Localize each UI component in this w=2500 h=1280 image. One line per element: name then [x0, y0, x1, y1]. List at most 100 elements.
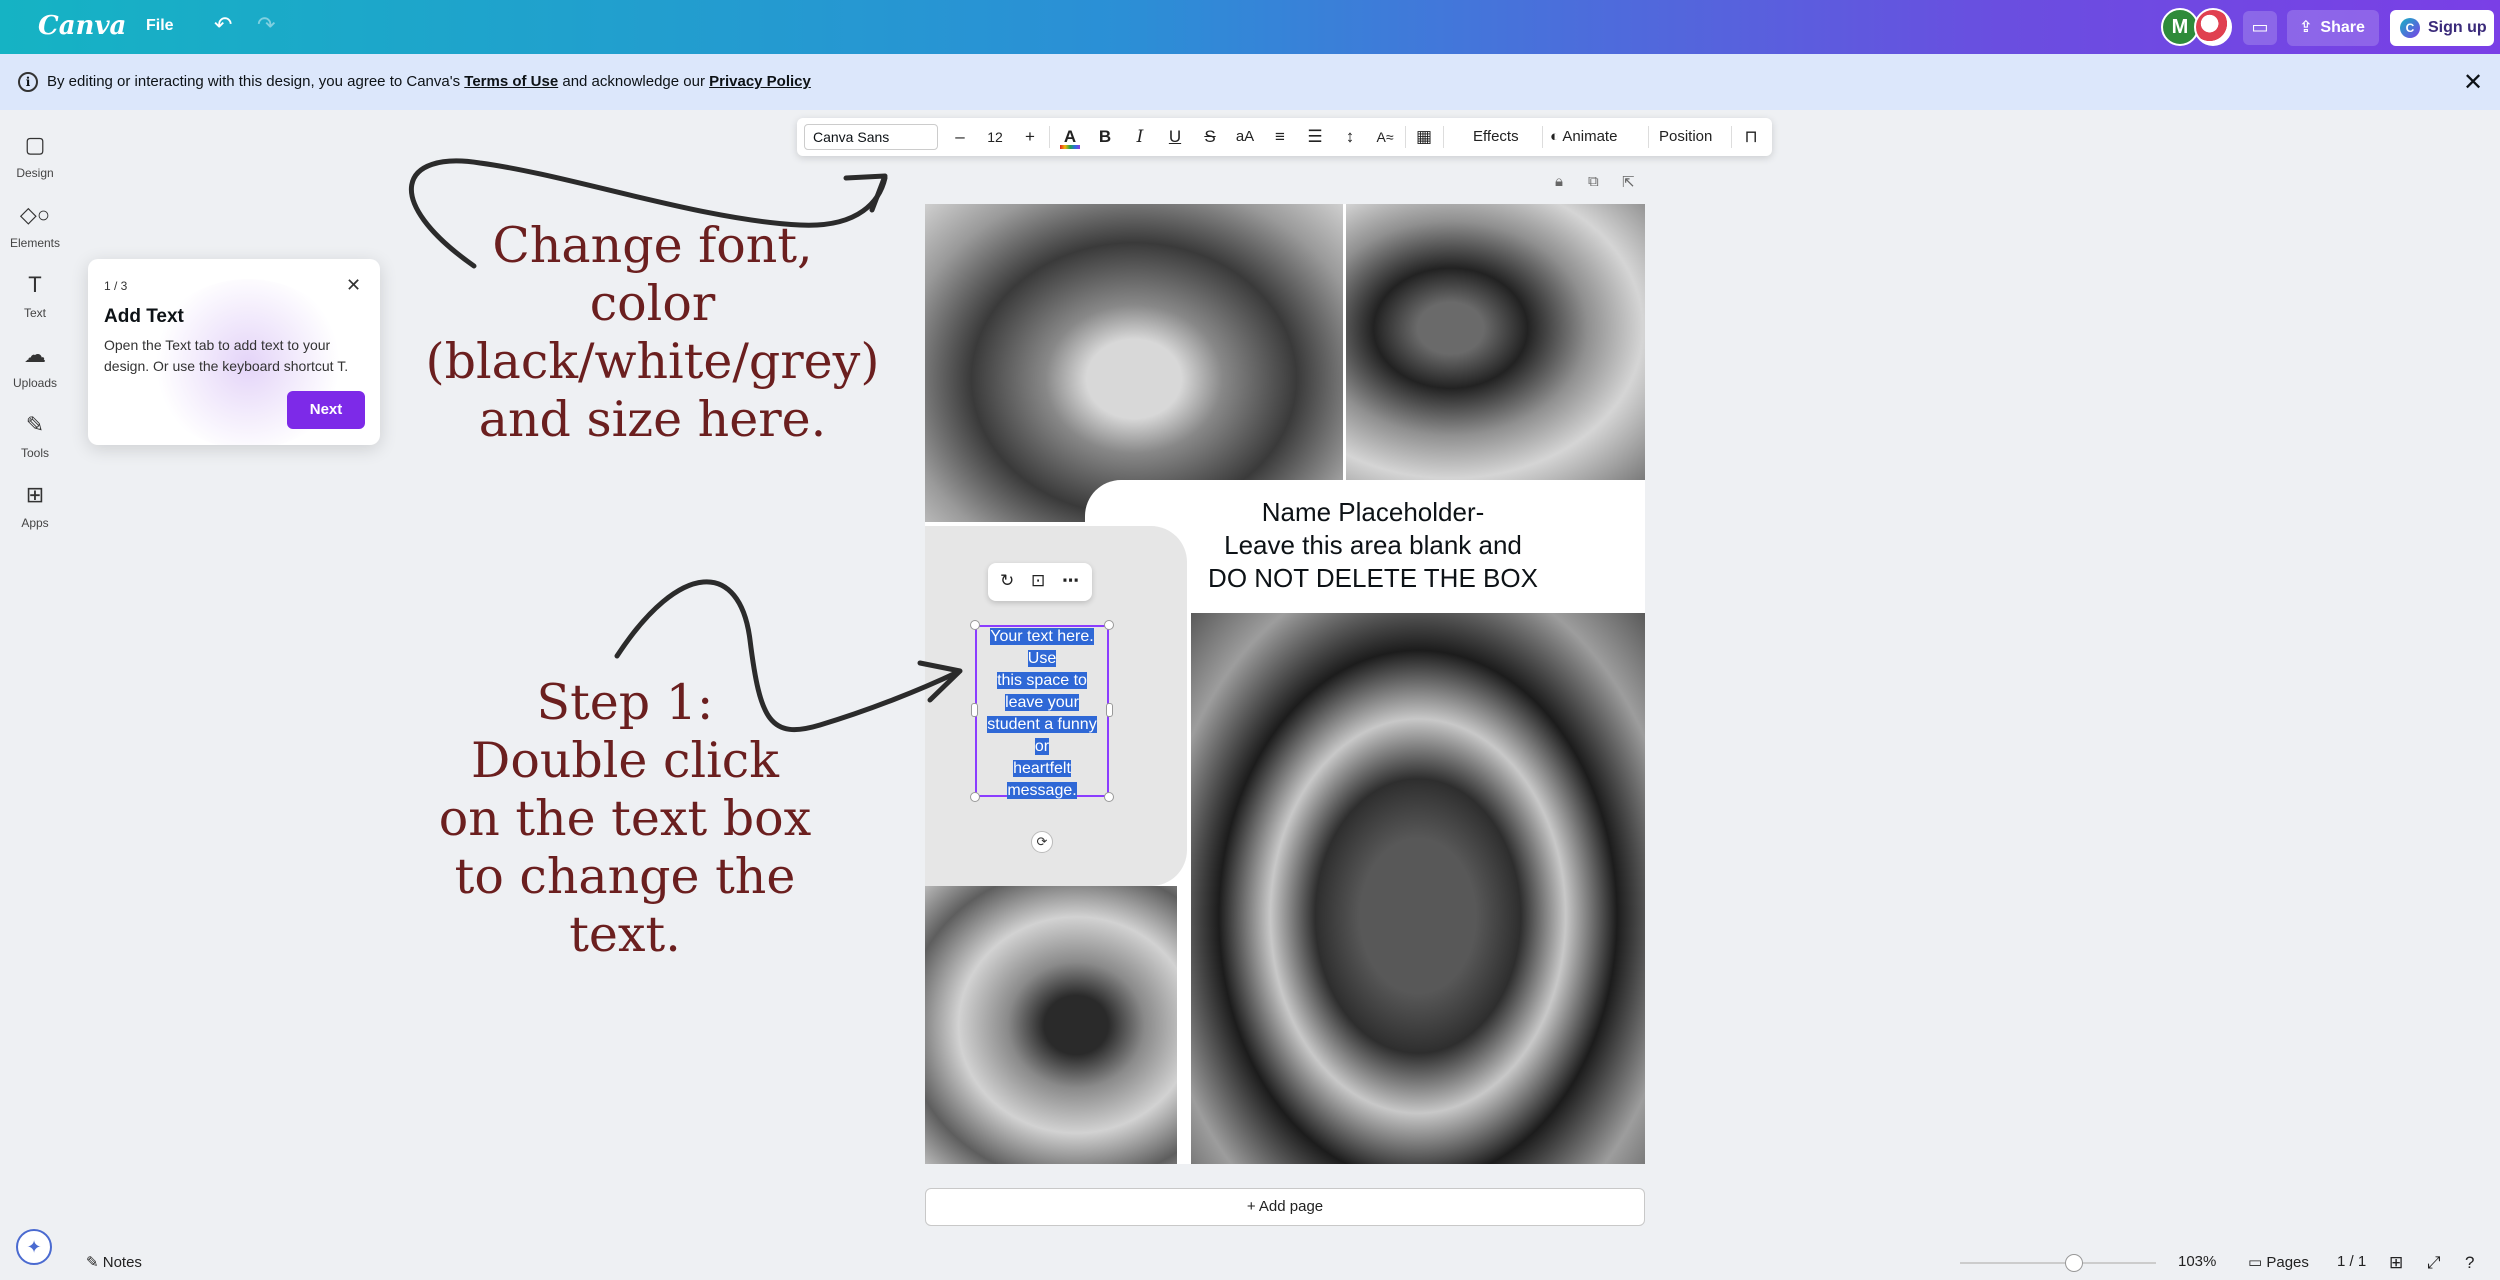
lock-icon[interactable]: ⊡ — [1031, 571, 1045, 591]
text-color-button[interactable]: A — [1057, 118, 1083, 156]
name-line: DO NOT DELETE THE BOX — [1208, 563, 1538, 593]
notes-label: Notes — [102, 1254, 142, 1271]
side-resize-handle[interactable] — [1106, 703, 1113, 717]
more-options-icon[interactable]: ⋯ — [1062, 571, 1079, 591]
message-line-text: leave your — [1005, 694, 1079, 711]
close-icon[interactable]: ✕ — [346, 275, 361, 296]
sparkle-icon: ✦ — [26, 1237, 42, 1257]
paint-roller-icon[interactable]: ⊓ — [1738, 118, 1764, 156]
sidebar-item-label: Uploads — [12, 376, 58, 390]
underline-icon[interactable]: U — [1162, 118, 1188, 156]
resize-handle[interactable] — [1104, 792, 1114, 802]
undo-icon[interactable]: ↶ — [214, 12, 232, 38]
resize-handle[interactable] — [970, 792, 980, 802]
font-hint-annotation: Change font, color (black/white/grey) an… — [380, 217, 925, 449]
grid-view-icon[interactable]: ⊞ — [2389, 1253, 2403, 1273]
magic-assistant-button[interactable]: ✦ — [16, 1229, 52, 1265]
text-style-icon[interactable]: A≈ — [1372, 118, 1398, 156]
photo-boy-tuba[interactable] — [1346, 204, 1645, 480]
sidebar-item-label: Apps — [21, 516, 49, 530]
sidebar-item-design[interactable]: ▢ Design — [0, 132, 70, 180]
terms-of-use-link[interactable]: Terms of Use — [464, 73, 558, 90]
divider — [1443, 126, 1444, 148]
strikethrough-icon[interactable]: S — [1197, 118, 1223, 156]
zoom-slider[interactable] — [1960, 1262, 2156, 1264]
sidebar-item-label: Tools — [20, 446, 49, 460]
privacy-policy-link[interactable]: Privacy Policy — [709, 73, 811, 90]
comment-icon: ▭ — [2251, 17, 2269, 37]
sign-up-button[interactable]: C Sign up — [2390, 10, 2494, 46]
rotate-icon[interactable]: ⟳ — [1031, 831, 1053, 853]
transparency-icon[interactable]: ▦ — [1411, 118, 1437, 156]
sidebar-item-elements[interactable]: ◇○ Elements — [0, 202, 70, 250]
resize-handle[interactable] — [970, 620, 980, 630]
lock-icon[interactable]: 🔒︎ — [1555, 173, 1563, 190]
name-placeholder-text[interactable]: Name Placeholder- Leave this area blank … — [1153, 496, 1593, 595]
spacing-icon[interactable]: ↕ — [1337, 118, 1363, 156]
page-counter[interactable]: 1 / 1 — [2337, 1253, 2366, 1270]
sidebar-item-uploads[interactable]: ☁ Uploads — [0, 342, 70, 390]
side-resize-handle[interactable] — [971, 703, 978, 717]
annotation-line: Change font, — [492, 217, 813, 274]
increase-font-size-button[interactable]: + — [1017, 118, 1043, 156]
position-button[interactable]: Position — [1659, 118, 1712, 156]
annotation-line: Double click — [471, 732, 779, 789]
comment-button[interactable]: ▭ — [2243, 11, 2277, 45]
message-line: this space to — [981, 670, 1103, 692]
help-icon[interactable]: ? — [2465, 1253, 2474, 1273]
decrease-font-size-button[interactable]: – — [947, 118, 973, 156]
align-center-icon[interactable]: ≡ — [1267, 118, 1293, 156]
divider — [1648, 126, 1649, 148]
message-line: Your text here. — [981, 626, 1103, 648]
notes-button[interactable]: ✎ Notes — [86, 1253, 142, 1271]
name-line: Name Placeholder- — [1261, 497, 1485, 527]
text-icon: T — [28, 272, 42, 297]
comment-add-icon[interactable]: ↻ — [1000, 571, 1014, 591]
sidebar-item-text[interactable]: T Text — [0, 272, 70, 320]
collaborator-avatar[interactable] — [2194, 8, 2232, 46]
share-button[interactable]: ⇪ Share — [2287, 10, 2379, 46]
duplicate-page-icon[interactable]: ⧉ — [1588, 173, 1599, 190]
redo-icon[interactable]: ↷ — [257, 12, 275, 38]
letter-case-icon[interactable]: aA — [1232, 118, 1258, 156]
resize-handle[interactable] — [1104, 620, 1114, 630]
step-hint-annotation: Step 1: Double click on the text box to … — [400, 674, 850, 964]
add-page-icon[interactable]: ⇱ — [1622, 173, 1635, 191]
fullscreen-icon[interactable]: ⤢ — [2427, 1253, 2441, 1273]
pages-label: Pages — [2266, 1254, 2309, 1271]
sidebar-item-tools[interactable]: ✎ Tools — [0, 412, 70, 460]
message-line: message. — [981, 780, 1103, 802]
photo-girl-band-hat[interactable] — [925, 204, 1343, 522]
zoom-level[interactable]: 103% — [2178, 1253, 2216, 1270]
zoom-slider-handle[interactable] — [2065, 1254, 2083, 1272]
arrow-to-toolbar-head — [843, 173, 888, 213]
canva-logo[interactable]: Canva — [38, 11, 126, 41]
divider — [1405, 126, 1406, 148]
next-button[interactable]: Next — [287, 391, 365, 429]
add-page-button[interactable]: + Add page — [925, 1188, 1645, 1226]
annotation-line: and size here. — [478, 391, 827, 448]
animate-label: Animate — [1562, 128, 1618, 145]
divider — [1731, 126, 1732, 148]
list-icon[interactable]: ☰ — [1302, 118, 1328, 156]
photo-woman-band-uniform[interactable] — [1191, 613, 1645, 1164]
pages-button[interactable]: ▭ Pages — [2248, 1253, 2309, 1271]
tooltip-description: Open the Text tab to add text to your de… — [104, 337, 349, 374]
bold-icon[interactable]: B — [1092, 118, 1118, 156]
message-line: leave your — [981, 692, 1103, 714]
canva-mark-icon: C — [2400, 17, 2420, 38]
sidebar-item-apps[interactable]: ⊞ Apps — [0, 482, 70, 530]
italic-icon[interactable]: I — [1127, 118, 1153, 156]
elements-icon: ◇○ — [19, 202, 51, 227]
photo-boy-trumpet[interactable] — [925, 886, 1177, 1164]
element-mini-toolbar: ↻ ⊡ ⋯ — [988, 563, 1092, 601]
effects-button[interactable]: Effects — [1473, 118, 1519, 156]
close-icon[interactable]: ✕ — [2463, 68, 2483, 97]
file-menu-button[interactable]: File — [146, 17, 174, 35]
animate-button[interactable]: ◐ Animate — [1550, 118, 1617, 156]
message-text[interactable]: Your text here. Use this space to leave … — [981, 626, 1103, 802]
design-icon: ▢ — [24, 132, 46, 157]
font-size-field[interactable]: 12 — [982, 118, 1008, 156]
notice-text-part: and acknowledge our — [558, 73, 710, 90]
font-family-select[interactable]: Canva Sans — [804, 124, 938, 150]
